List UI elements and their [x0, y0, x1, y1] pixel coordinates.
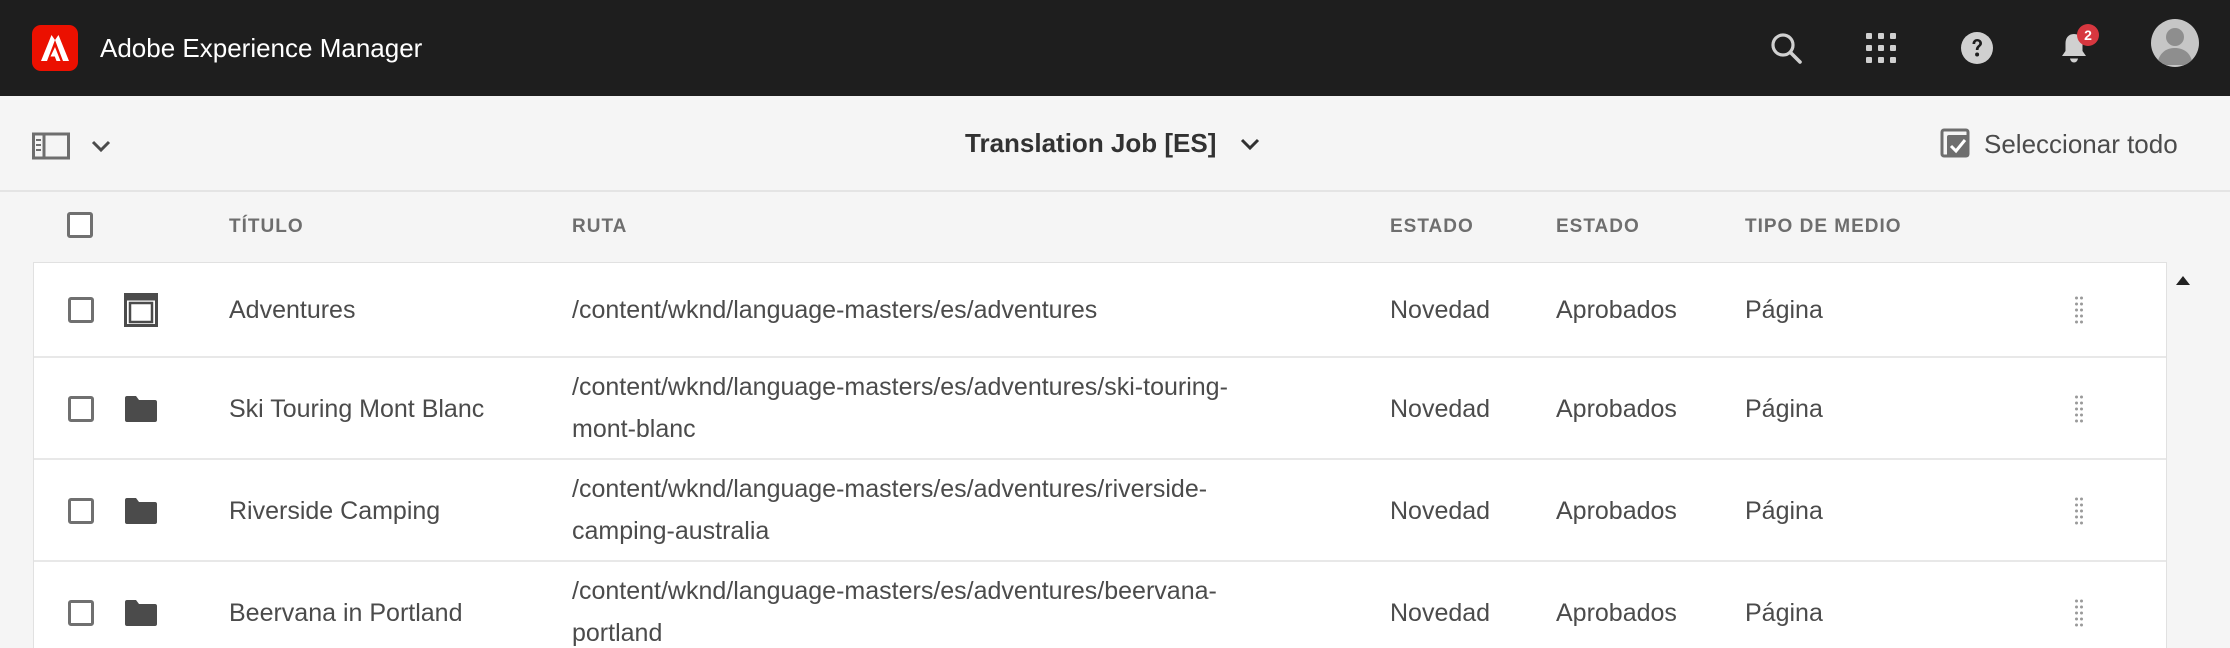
drag-handle-icon[interactable]	[2074, 496, 2084, 526]
column-status-1[interactable]: ESTADO	[1390, 216, 1474, 238]
select-all-button[interactable]: Seleccionar todo	[1940, 124, 2178, 164]
rail-toggle-button[interactable]	[32, 126, 122, 166]
row-path: /content/wknd/language-masters/es/advent…	[572, 373, 1228, 401]
table-row[interactable]: Beervana in Portland /content/wknd/langu…	[34, 562, 2166, 648]
folder-icon	[124, 395, 158, 428]
avatar[interactable]	[2151, 19, 2199, 67]
table-row[interactable]: Adventures /content/wknd/language-master…	[34, 263, 2166, 358]
select-all-label: Seleccionar todo	[1984, 128, 2178, 159]
row-title: Ski Touring Mont Blanc	[229, 395, 485, 423]
table-row[interactable]: Ski Touring Mont Blanc /content/wknd/lan…	[34, 358, 2166, 460]
help-icon[interactable]	[1953, 24, 2001, 72]
row-status-1: Novedad	[1390, 497, 1491, 525]
row-status-1: Novedad	[1390, 599, 1491, 627]
page-title[interactable]: Translation Job [ES]	[965, 124, 1216, 162]
row-status-1: Novedad	[1390, 296, 1491, 324]
row-select-checkbox[interactable]	[68, 498, 94, 524]
row-title: Adventures	[229, 296, 356, 324]
adobe-a-glyph	[41, 35, 69, 61]
column-media-type[interactable]: TIPO DE MEDIO	[1745, 216, 1902, 238]
drag-handle-icon[interactable]	[2074, 295, 2084, 325]
chevron-down-icon	[91, 140, 111, 153]
row-media-type: Página	[1745, 395, 1823, 423]
row-path: /content/wknd/language-masters/es/advent…	[572, 475, 1208, 503]
shell-header: Adobe Experience Manager 2	[0, 0, 2230, 96]
column-path[interactable]: RUTA	[572, 216, 627, 238]
row-path: /content/wknd/language-masters/es/advent…	[572, 577, 1217, 605]
row-status-1: Novedad	[1390, 395, 1491, 423]
table-body: Adventures /content/wknd/language-master…	[33, 262, 2167, 648]
adobe-logo-icon[interactable]	[32, 25, 78, 71]
scroll-up-arrow-icon[interactable]	[2176, 276, 2190, 285]
select-all-checkbox-icon	[1940, 128, 1970, 158]
folder-icon	[124, 599, 158, 632]
row-select-checkbox[interactable]	[68, 297, 94, 323]
row-media-type: Página	[1745, 497, 1823, 525]
table-row[interactable]: Riverside Camping /content/wknd/language…	[34, 460, 2166, 562]
row-media-type: Página	[1745, 599, 1823, 627]
row-title: Beervana in Portland	[229, 599, 463, 627]
apps-grid-icon[interactable]	[1857, 24, 1905, 72]
user-icon	[2157, 28, 2193, 65]
page-icon	[124, 293, 158, 332]
column-status-2[interactable]: ESTADO	[1556, 216, 1640, 238]
folder-icon	[124, 497, 158, 530]
row-status-2: Aprobados	[1556, 296, 1677, 324]
drag-handle-icon[interactable]	[2074, 394, 2084, 424]
row-path-continued: portland	[572, 619, 663, 647]
row-path: /content/wknd/language-masters/es/advent…	[572, 296, 1098, 324]
table-header: TÍTULO RUTA ESTADO ESTADO TIPO DE MEDIO	[0, 192, 2230, 262]
header-select-checkbox[interactable]	[67, 212, 93, 238]
column-title[interactable]: TÍTULO	[229, 216, 304, 238]
row-select-checkbox[interactable]	[68, 600, 94, 626]
drag-handle-icon[interactable]	[2074, 598, 2084, 628]
row-media-type: Página	[1745, 296, 1823, 324]
row-path-continued: camping-australia	[572, 517, 770, 545]
bell-icon[interactable]: 2	[2050, 24, 2099, 72]
row-select-checkbox[interactable]	[68, 396, 94, 422]
app-name[interactable]: Adobe Experience Manager	[100, 30, 422, 66]
row-path-continued: mont-blanc	[572, 415, 696, 443]
row-status-2: Aprobados	[1556, 497, 1677, 525]
row-status-2: Aprobados	[1556, 395, 1677, 423]
search-icon[interactable]	[1762, 24, 1810, 72]
title-chevron-down-icon[interactable]	[1238, 132, 1262, 156]
sidebar-panel-icon	[32, 132, 70, 160]
action-bar: Translation Job [ES] Seleccionar todo	[0, 96, 2230, 192]
vertical-scrollbar[interactable]	[2167, 262, 2197, 648]
row-title: Riverside Camping	[229, 497, 441, 525]
notification-badge: 2	[2077, 24, 2099, 46]
row-status-2: Aprobados	[1556, 599, 1677, 627]
